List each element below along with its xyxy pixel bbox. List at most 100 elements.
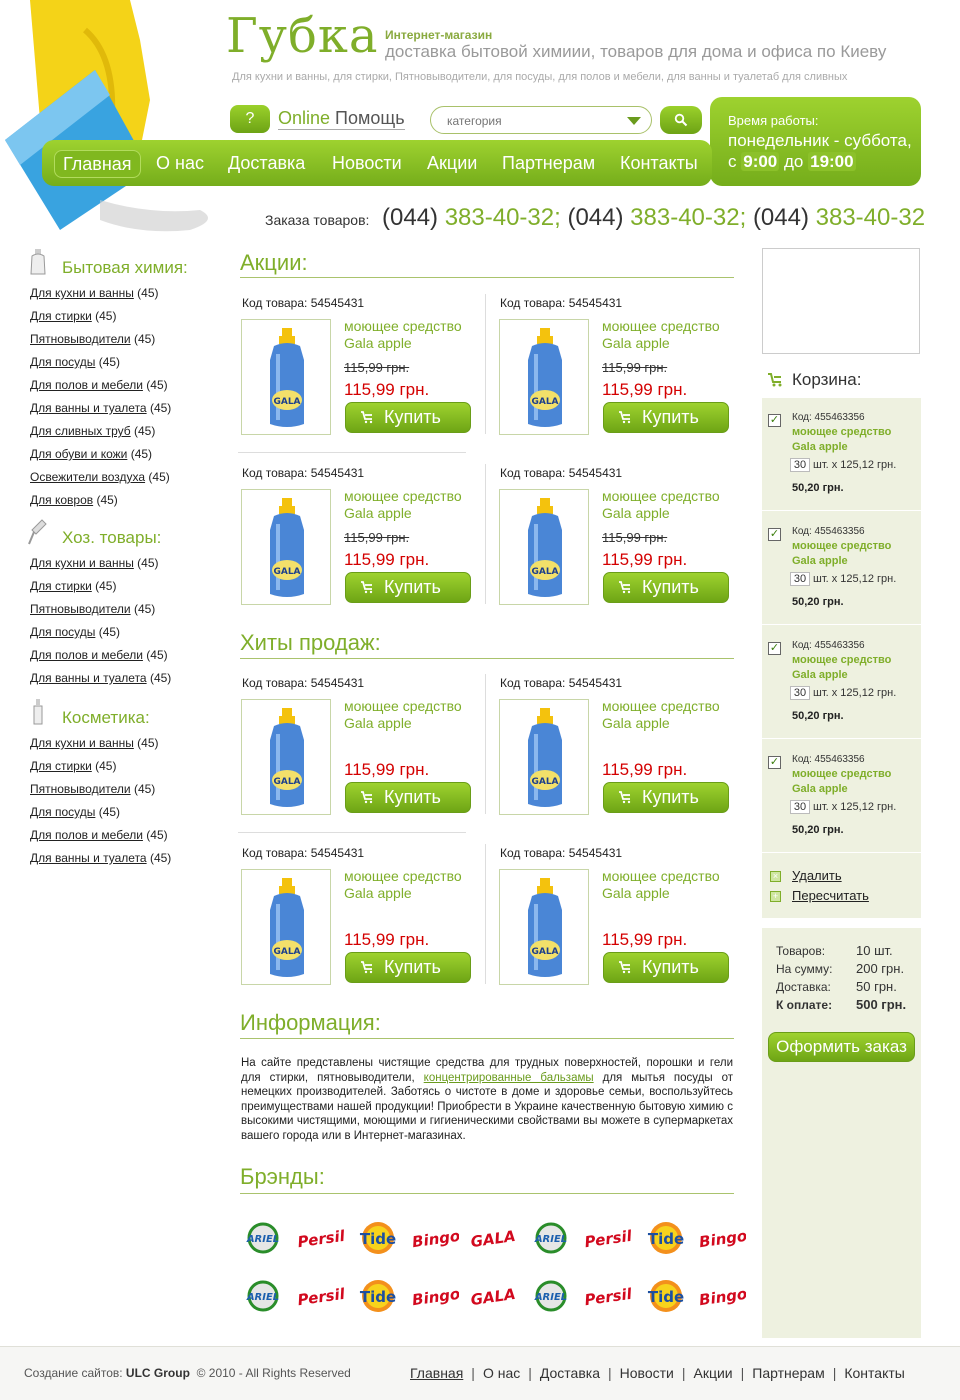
product-image[interactable]: GALA — [241, 489, 331, 605]
product-image[interactable]: GALA — [241, 869, 331, 985]
footer-nav-about[interactable]: О нас — [483, 1365, 520, 1381]
site-logo[interactable]: Губка — [226, 8, 379, 64]
sidebar-item-link[interactable]: Пятновыводители — [30, 332, 131, 346]
sidebar-item-link[interactable]: Для ванны и туалета — [30, 401, 147, 415]
buy-button[interactable]: Купить — [603, 572, 729, 603]
online-help-link[interactable]: Online Помощь — [278, 107, 405, 130]
quantity-input[interactable]: 30 — [790, 686, 810, 700]
sidebar-item-link[interactable]: Для кухни и ванны — [30, 556, 134, 570]
footer-nav-contacts[interactable]: Контакты — [844, 1365, 904, 1381]
sidebar-item-link[interactable]: Для ванны и туалета — [30, 671, 147, 685]
product-image[interactable]: GALA — [499, 869, 589, 985]
cart-item-name[interactable]: моющее средство Gala apple — [792, 539, 917, 569]
buy-button[interactable]: Купить — [345, 782, 471, 813]
product-name[interactable]: моющее средство — [602, 868, 742, 885]
product-variant[interactable]: Gala apple — [344, 505, 484, 522]
checkout-button[interactable]: Оформить заказ — [768, 1032, 915, 1062]
buy-button[interactable]: Купить — [603, 402, 729, 433]
cart-item-name[interactable]: моющее средство Gala apple — [792, 767, 917, 797]
brand-logo[interactable]: Tide — [643, 1218, 689, 1258]
brand-logo[interactable]: GALA — [470, 1218, 517, 1258]
product-variant[interactable]: Gala apple — [344, 335, 484, 352]
product-image[interactable]: GALA — [499, 489, 589, 605]
search-button[interactable] — [660, 106, 702, 134]
sidebar-item-link[interactable]: Для посуды — [30, 625, 95, 639]
product-image[interactable]: GALA — [499, 699, 589, 815]
footer-nav-delivery[interactable]: Доставка — [540, 1365, 600, 1381]
product-name[interactable]: моющее средство — [602, 698, 742, 715]
sidebar-item-link[interactable]: Для кухни и ванны — [30, 286, 134, 300]
nav-partners[interactable]: Партнерам — [502, 150, 595, 176]
nav-promotions[interactable]: Акции — [427, 150, 477, 176]
quantity-input[interactable]: 30 — [790, 800, 810, 814]
delete-icon[interactable]: × — [770, 871, 781, 882]
brand-logo[interactable]: Bingo — [698, 1276, 748, 1316]
help-button[interactable]: ? — [230, 105, 270, 133]
cart-item-checkbox[interactable]: ✓ — [768, 642, 781, 655]
cart-delete-link[interactable]: Удалить — [792, 868, 842, 883]
sidebar-item-link[interactable]: Для стирки — [30, 309, 92, 323]
brand-logo[interactable]: Bingo — [410, 1276, 460, 1316]
footer-nav-home[interactable]: Главная — [410, 1365, 463, 1381]
brand-logo[interactable]: ARIEL — [240, 1218, 286, 1258]
cart-item-checkbox[interactable]: ✓ — [768, 528, 781, 541]
product-variant[interactable]: Gala apple — [602, 715, 742, 732]
category-input[interactable] — [447, 114, 627, 128]
brand-logo[interactable]: Tide — [643, 1276, 689, 1316]
footer-nav-partners[interactable]: Партнерам — [752, 1365, 824, 1381]
product-name[interactable]: моющее средство — [344, 868, 484, 885]
product-variant[interactable]: Gala apple — [344, 885, 484, 902]
product-name[interactable]: моющее средство — [344, 318, 484, 335]
brand-logo[interactable]: GALA — [470, 1276, 517, 1316]
buy-button[interactable]: Купить — [345, 572, 471, 603]
brand-logo[interactable]: Tide — [355, 1276, 401, 1316]
sidebar-item-link[interactable]: Для кухни и ванны — [30, 736, 134, 750]
buy-button[interactable]: Купить — [603, 952, 729, 983]
nav-news[interactable]: Новости — [332, 150, 402, 176]
brand-logo[interactable]: Persil — [296, 1218, 346, 1258]
cart-item-checkbox[interactable]: ✓ — [768, 756, 781, 769]
footer-nav-news[interactable]: Новости — [620, 1365, 674, 1381]
sidebar-item-link[interactable]: Для стирки — [30, 759, 92, 773]
brand-logo[interactable]: Tide — [355, 1218, 401, 1258]
category-select[interactable] — [430, 106, 652, 134]
product-name[interactable]: моющее средство — [344, 698, 484, 715]
brand-logo[interactable]: Bingo — [698, 1218, 748, 1258]
sidebar-item-link[interactable]: Пятновыводители — [30, 602, 131, 616]
quantity-input[interactable]: 30 — [790, 458, 810, 472]
product-name[interactable]: моющее средство — [602, 488, 742, 505]
ad-banner[interactable] — [762, 248, 920, 354]
sidebar-item-link[interactable]: Для посуды — [30, 355, 95, 369]
product-variant[interactable]: Gala apple — [344, 715, 484, 732]
info-link[interactable]: концентрированные бальзамы — [424, 1072, 594, 1084]
product-image[interactable]: GALA — [499, 319, 589, 435]
footer-nav-promotions[interactable]: Акции — [693, 1365, 732, 1381]
sidebar-item-link[interactable]: Для стирки — [30, 579, 92, 593]
sidebar-item-link[interactable]: Пятновыводители — [30, 782, 131, 796]
product-variant[interactable]: Gala apple — [602, 505, 742, 522]
product-variant[interactable]: Gala apple — [602, 885, 742, 902]
nav-delivery[interactable]: Доставка — [228, 150, 305, 176]
quantity-input[interactable]: 30 — [790, 572, 810, 586]
nav-about[interactable]: О нас — [156, 150, 204, 176]
nav-contacts[interactable]: Контакты — [620, 150, 698, 176]
buy-button[interactable]: Купить — [345, 402, 471, 433]
sidebar-item-link[interactable]: Для сливных труб — [30, 424, 131, 438]
recalculate-icon[interactable]: + — [770, 891, 781, 902]
cart-item-checkbox[interactable]: ✓ — [768, 414, 781, 427]
buy-button[interactable]: Купить — [345, 952, 471, 983]
brand-logo[interactable]: Persil — [296, 1276, 346, 1316]
buy-button[interactable]: Купить — [603, 782, 729, 813]
sidebar-item-link[interactable]: Для ковров — [30, 493, 93, 507]
sidebar-item-link[interactable]: Для полов и мебели — [30, 828, 143, 842]
developer-link[interactable]: ULC Group — [126, 1366, 190, 1380]
sidebar-item-link[interactable]: Для полов и мебели — [30, 378, 143, 392]
product-variant[interactable]: Gala apple — [602, 335, 742, 352]
sidebar-item-link[interactable]: Для полов и мебели — [30, 648, 143, 662]
brand-logo[interactable]: Bingo — [410, 1218, 460, 1258]
chevron-down-icon[interactable] — [627, 117, 641, 125]
brand-logo[interactable]: Persil — [583, 1218, 633, 1258]
brand-logo[interactable]: Persil — [583, 1276, 633, 1316]
sidebar-item-link[interactable]: Для обуви и кожи — [30, 447, 127, 461]
product-name[interactable]: моющее средство — [344, 488, 484, 505]
